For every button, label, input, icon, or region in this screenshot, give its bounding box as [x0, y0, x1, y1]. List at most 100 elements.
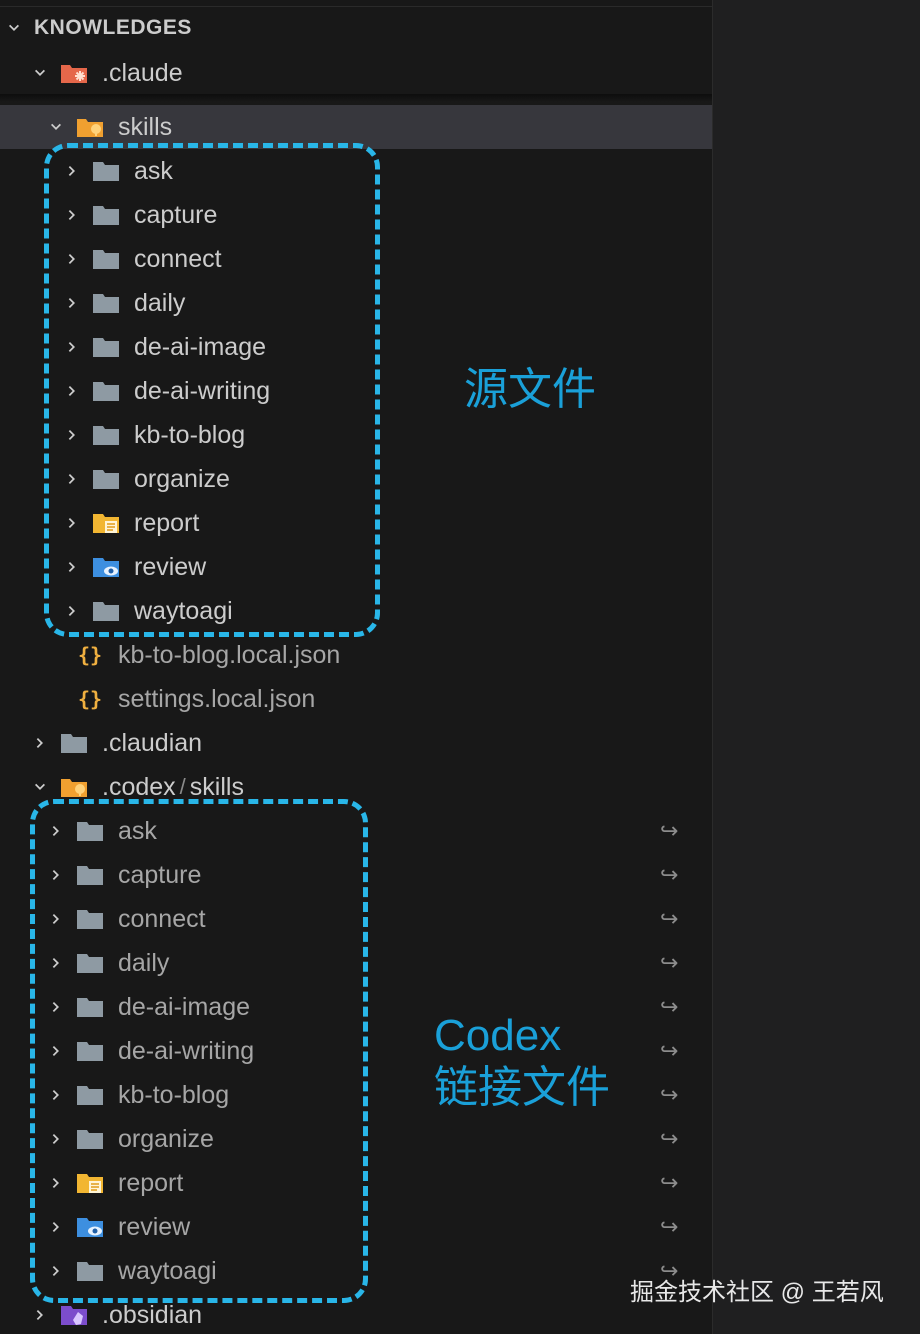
tree-item-sublabel: skills	[189, 772, 244, 801]
tree-item-folder[interactable]: de-ai-image	[0, 325, 712, 369]
tree-item-folder[interactable]: review	[0, 545, 712, 589]
tree-item-folder[interactable]: connect	[0, 897, 712, 941]
review-folder-icon	[92, 555, 120, 579]
report-folder-icon	[76, 1171, 104, 1195]
tree-item-label: .codex	[102, 772, 176, 801]
tree-item-label: report	[118, 1168, 184, 1197]
annotation-codex-line2: 链接文件	[434, 1063, 610, 1112]
chevron-right-icon	[48, 955, 64, 971]
tree-item-folder[interactable]: organize	[0, 1117, 712, 1161]
symlink-icon: ↪	[660, 818, 679, 843]
tree-item-label: daily	[118, 948, 170, 977]
tree-item-folder[interactable]: kb-to-blog	[0, 413, 712, 457]
tree-item-folder[interactable]: ask	[0, 149, 712, 193]
folder-icon	[92, 599, 120, 623]
tree-item-folder[interactable]: de-ai-writing	[0, 369, 712, 413]
annotation-codex-line1: Codex	[434, 1011, 562, 1060]
section-title: KNOWLEDGES	[34, 16, 192, 39]
chevron-right-icon	[64, 427, 80, 443]
symlink-icon: ↪	[660, 1214, 679, 1239]
tree-item-folder[interactable]: de-ai-image	[0, 985, 712, 1029]
json-file-icon: {}	[76, 687, 104, 711]
chevron-right-icon	[32, 735, 48, 751]
section-header-knowledges[interactable]: KNOWLEDGES	[0, 6, 712, 50]
tree-item-file[interactable]: {} kb-to-blog.local.json	[0, 633, 712, 677]
folder-icon	[76, 1127, 104, 1151]
codex-folder-icon	[60, 775, 88, 799]
file-explorer: KNOWLEDGES .claude skills ask capture co…	[0, 0, 712, 1334]
tree-item-label: report	[134, 508, 200, 537]
tree-item-label: .obsidian	[102, 1300, 203, 1329]
review-folder-icon	[76, 1215, 104, 1239]
tree-item-folder[interactable]: waytoagi	[0, 1249, 712, 1293]
folder-icon	[92, 291, 120, 315]
tree-item-codex-skills[interactable]: .codex / skills	[0, 765, 712, 809]
chevron-right-icon	[48, 1219, 64, 1235]
tree-item-folder[interactable]: organize	[0, 457, 712, 501]
chevron-right-icon	[64, 251, 80, 267]
chevron-down-icon	[32, 779, 48, 795]
tree-item-folder[interactable]: daily	[0, 941, 712, 985]
chevron-right-icon	[48, 1087, 64, 1103]
tree-item-label: de-ai-image	[134, 332, 267, 361]
tree-item-folder[interactable]: capture	[0, 193, 712, 237]
tree-item-file[interactable]: {} settings.local.json	[0, 677, 712, 721]
chevron-right-icon	[48, 1131, 64, 1147]
folder-icon	[92, 467, 120, 491]
path-separator: /	[179, 774, 186, 799]
tree-item-label: daily	[134, 288, 186, 317]
tree-item-label: organize	[118, 1124, 214, 1153]
report-folder-icon	[92, 511, 120, 535]
chevron-right-icon	[64, 339, 80, 355]
obsidian-folder-icon	[60, 1303, 88, 1327]
editor-area	[712, 0, 920, 1334]
tree-item-folder[interactable]: review	[0, 1205, 712, 1249]
symlink-icon: ↪	[660, 862, 679, 887]
svg-text:{}: {}	[78, 643, 102, 667]
folder-icon	[76, 951, 104, 975]
claude-folder-icon	[60, 61, 88, 85]
chevron-right-icon	[64, 603, 80, 619]
chevron-right-icon	[48, 823, 64, 839]
tree-item-label: ask	[118, 816, 157, 845]
tree-item-claudian[interactable]: .claudian	[0, 721, 712, 765]
tree-item-folder[interactable]: ask	[0, 809, 712, 853]
tree-item-folder[interactable]: report	[0, 1161, 712, 1205]
tree-item-skills[interactable]: skills	[0, 105, 712, 149]
tree-item-label: connect	[118, 904, 206, 933]
folder-icon	[76, 995, 104, 1019]
symlink-icon: ↪	[660, 1082, 679, 1107]
tree-item-folder[interactable]: connect	[0, 237, 712, 281]
tree-item-label: connect	[134, 244, 222, 273]
tree-item-folder[interactable]: report	[0, 501, 712, 545]
tree-item-label: capture	[134, 200, 218, 229]
tree-item-folder[interactable]: capture	[0, 853, 712, 897]
tree-item-obsidian[interactable]: .obsidian	[0, 1293, 712, 1334]
folder-icon	[92, 379, 120, 403]
json-file-icon: {}	[76, 643, 104, 667]
tree-item-label: review	[118, 1212, 191, 1241]
symlink-icon: ↪	[660, 906, 679, 931]
tree-item-folder[interactable]: daily	[0, 281, 712, 325]
folder-icon	[76, 1259, 104, 1283]
symlink-icon: ↪	[660, 1170, 679, 1195]
tree-item-label: waytoagi	[118, 1256, 217, 1285]
folder-icon	[76, 1083, 104, 1107]
chevron-right-icon	[48, 999, 64, 1015]
folder-icon	[60, 731, 88, 755]
annotation-source: 源文件	[464, 365, 596, 414]
chevron-right-icon	[64, 471, 80, 487]
skills-folder-icon	[76, 115, 104, 139]
tree-item-claude[interactable]: .claude	[0, 51, 712, 95]
symlink-icon: ↪	[660, 1038, 679, 1063]
chevron-right-icon	[32, 1307, 48, 1323]
tree-item-label: de-ai-writing	[134, 376, 271, 405]
tree-item-label: de-ai-writing	[118, 1036, 255, 1065]
chevron-right-icon	[48, 911, 64, 927]
tree-item-label: kb-to-blog	[118, 1080, 230, 1109]
tree-item-label: kb-to-blog	[134, 420, 246, 449]
chevron-right-icon	[64, 559, 80, 575]
tree-item-folder[interactable]: waytoagi	[0, 589, 712, 633]
folder-icon	[92, 203, 120, 227]
tree-item-label: .claude	[102, 58, 183, 87]
